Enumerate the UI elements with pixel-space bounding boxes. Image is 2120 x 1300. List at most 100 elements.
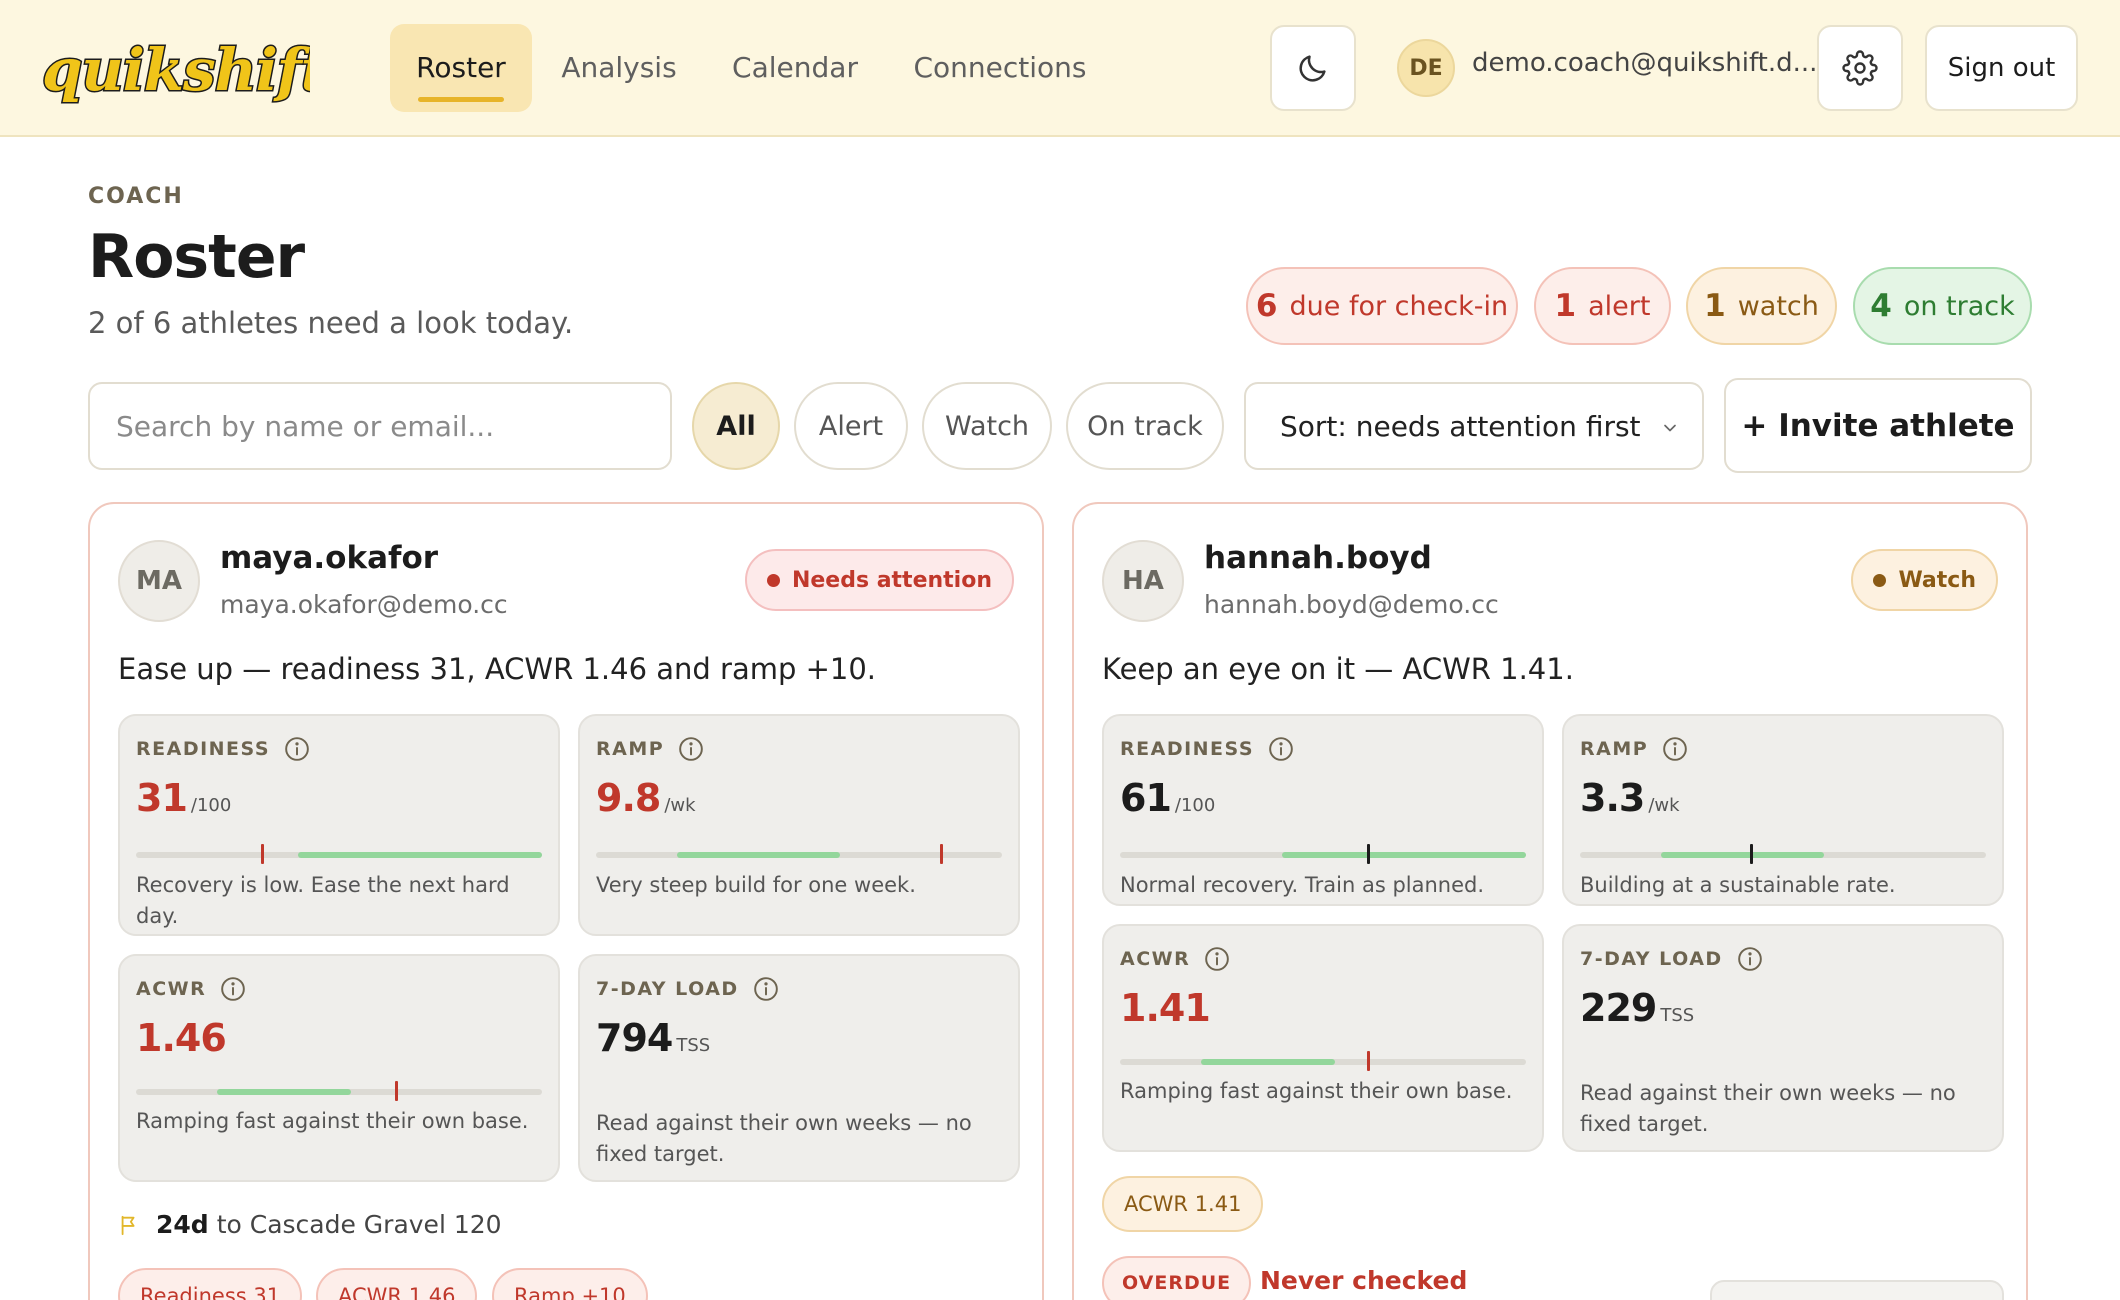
status-label: Needs attention [791,567,992,593]
metric-number: 1.46 [136,1016,227,1060]
metric-description: Normal recovery. Train as planned. [1120,873,1485,897]
page-title: Roster [88,222,305,292]
gauge-normal-band [1201,1059,1336,1065]
checkin-status: Never checked [1260,1266,1468,1295]
info-icon[interactable] [220,976,246,1002]
metric-label: 7-DAY LOAD [1580,946,1763,972]
invite-athlete-button[interactable]: + Invite athlete [1724,378,2032,473]
count-label: on track [1903,290,2015,322]
filter-chip-all[interactable]: All [692,382,780,470]
gauge-normal-band [1282,852,1526,858]
info-icon[interactable] [1268,736,1294,762]
watch-count-pill[interactable]: 1 watch [1686,267,1837,345]
info-icon[interactable] [284,736,310,762]
status-label: Watch [1898,567,1976,593]
metric-value: 3.3 /wk [1580,776,1680,820]
on-track-count-pill[interactable]: 4 on track [1853,267,2032,345]
info-icon[interactable] [678,736,704,762]
sign-out-button[interactable]: Sign out [1925,25,2078,111]
flag-chip: Ramp +10 [492,1268,648,1300]
athlete-name[interactable]: maya.okafor [220,540,438,576]
status-dot [1873,573,1887,587]
user-avatar[interactable]: DE [1397,39,1455,97]
acwr-metric: ACWR 1.41 Ramping fast against their own… [1102,924,1544,1152]
user-email[interactable]: demo.coach@quikshift.d... [1472,48,1817,78]
metric-description: Building at a sustainable rate. [1580,873,1896,897]
metric-label: 7-DAY LOAD [596,976,779,1002]
gauge-normal-band [677,852,840,858]
nav-tab-connections[interactable]: Connections [900,24,1100,112]
quikshift-logo[interactable]: quikshift [38,30,311,112]
metric-unit: /100 [190,795,232,816]
athlete-name[interactable]: hannah.boyd [1204,540,1432,576]
metric-number: 229 [1580,986,1657,1030]
metric-description: Read against their own weeks — no fixed … [596,1111,972,1166]
check-in-action-button[interactable] [1710,1280,2004,1300]
search-input[interactable] [88,382,672,470]
gauge-marker [394,1081,398,1101]
filter-chip-watch[interactable]: Watch [922,382,1052,470]
info-icon[interactable] [1204,946,1230,972]
metric-number: 3.3 [1580,776,1645,820]
svg-text:quikshift: quikshift [42,36,310,104]
due-checkin-count-pill[interactable]: 6 due for check-in [1246,267,1518,345]
metric-gauge [136,1081,542,1101]
nav-tab-label: Connections [913,51,1087,84]
status-badge: Watch [1851,549,1998,611]
metric-number: 31 [136,776,188,820]
filter-chip-alert[interactable]: Alert [794,382,908,470]
metric-number: 61 [1120,776,1172,820]
gauge-normal-band [298,852,542,858]
count-number: 6 [1255,288,1278,324]
metric-gauge [1120,1051,1526,1071]
flag-chip: ACWR 1.46 [316,1268,478,1300]
metric-description: Ramping fast against their own base. [136,1109,529,1133]
sort-value: Sort: needs attention first [1280,409,1641,443]
metric-value: 1.41 [1120,986,1211,1030]
ramp-metric: RAMP 9.8 /wk Very steep build for one we… [578,714,1020,936]
gauge-marker [260,844,264,864]
metric-label-text: ACWR [136,978,207,1000]
moon-icon [1299,55,1326,82]
metric-value: 61 /100 [1120,776,1215,820]
count-label: due for check-in [1289,290,1509,322]
acwr-metric: ACWR 1.46 Ramping fast against their own… [118,954,560,1182]
flag-chip: Readiness 31 [118,1268,303,1300]
nav-tab-calendar[interactable]: Calendar [712,24,878,112]
info-icon[interactable] [1662,736,1688,762]
nav-tab-analysis[interactable]: Analysis [548,24,690,112]
metric-description: Very steep build for one week. [596,873,916,897]
info-icon[interactable] [753,976,779,1002]
athlete-avatar: HA [1102,540,1184,622]
metric-value: 1.46 [136,1016,227,1060]
active-tab-indicator [418,97,504,102]
info-icon[interactable] [1737,946,1763,972]
count-label: watch [1737,290,1819,322]
athlete-summary: Keep an eye on it — ACWR 1.41. [1102,652,1574,686]
athlete-email: hannah.boyd@demo.cc [1204,590,1499,619]
filter-chip-on-track[interactable]: On track [1066,382,1224,470]
theme-toggle-button[interactable] [1270,25,1356,111]
metric-unit: /wk [664,795,696,816]
sort-select[interactable]: Sort: needs attention first [1244,382,1704,470]
metric-unit: /wk [1648,795,1680,816]
chevron-down-icon [1664,424,1676,432]
nav-tab-roster[interactable]: Roster [390,24,532,112]
athlete-card[interactable]: MA maya.okafor maya.okafor@demo.cc Needs… [88,502,1044,1300]
metric-number: 9.8 [596,776,661,820]
metric-label: ACWR [136,976,246,1002]
seven-day-load-metric: 7-DAY LOAD 794 TSS Read against their ow… [578,954,1020,1182]
metric-description: Ramping fast against their own base. [1120,1079,1513,1103]
metric-label-text: ACWR [1120,948,1191,970]
metric-gauge [136,844,542,864]
alert-count-pill[interactable]: 1 alert [1534,267,1671,345]
race-name: to Cascade Gravel 120 [216,1210,502,1239]
settings-button[interactable] [1817,25,1903,111]
top-navigation-bar: quikshift Roster Analysis Calendar Conne… [0,0,2120,137]
metric-label: READINESS [136,736,310,762]
athlete-card[interactable]: HA hannah.boyd hannah.boyd@demo.cc Watch… [1072,502,2028,1300]
metric-description: Read against their own weeks — no fixed … [1580,1081,1956,1136]
gauge-normal-band [1661,852,1824,858]
gauge-marker [940,844,944,864]
metric-value: 229 TSS [1580,986,1694,1030]
